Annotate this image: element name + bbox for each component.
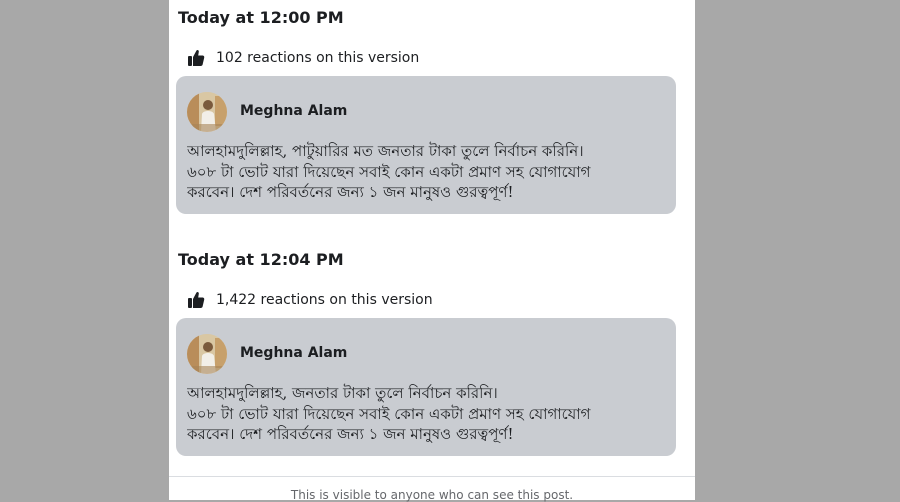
post-text-line: আলহামদুলিল্লাহ, জনতার টাকা তুলে নির্বাচন… — [187, 384, 498, 402]
profile-photo[interactable] — [187, 92, 227, 132]
post-text: আলহামদুলিল্লাহ, পাটুয়ারির মত জনতার টাকা… — [187, 141, 657, 203]
reaction-count: 1,422 reactions on this version — [216, 292, 433, 308]
reaction-count: 102 reactions on this version — [216, 50, 420, 66]
post-text-line: করবেন। দেশ পরিবর্তনের জন্য ১ জন মানুষও গ… — [187, 425, 514, 443]
post-text-line: করবেন। দেশ পরিবর্তনের জন্য ১ জন মানুষও গ… — [187, 183, 514, 201]
post-text-line: আলহামদুলিল্লাহ, পাটুয়ারির মত জনতার টাকা… — [187, 142, 584, 160]
thumbs-up-icon — [187, 49, 205, 67]
reaction-summary: 102 reactions on this version — [187, 47, 419, 69]
post-text-line: ৬০৮ টা ভোট যারা দিয়েছেন সবাই কোন একটা প… — [187, 404, 591, 423]
thumbs-up-icon — [187, 291, 205, 309]
edit-history-panel: Today at 12:00 PM 102 reactions on this … — [169, 0, 695, 502]
post-text: আলহামদুলিল্লাহ, জনতার টাকা তুলে নির্বাচন… — [187, 383, 657, 445]
footer-divider — [169, 476, 695, 477]
post-author[interactable]: Meghna Alam — [240, 103, 347, 119]
version-timestamp: Today at 12:00 PM — [178, 8, 344, 27]
post-version-card: Meghna Alam আলহামদুলিল্লাহ, পাটুয়ারির ম… — [176, 76, 676, 214]
post-author[interactable]: Meghna Alam — [240, 345, 347, 361]
post-version-card: Meghna Alam আলহামদুলিল্লাহ, জনতার টাকা ত… — [176, 318, 676, 456]
reaction-summary: 1,422 reactions on this version — [187, 289, 433, 311]
post-text-line: ৬০৮ টা ভোট যারা দিয়েছেন সবাই কোন একটা প… — [187, 162, 591, 181]
version-timestamp: Today at 12:04 PM — [178, 250, 344, 269]
profile-photo[interactable] — [187, 334, 227, 374]
